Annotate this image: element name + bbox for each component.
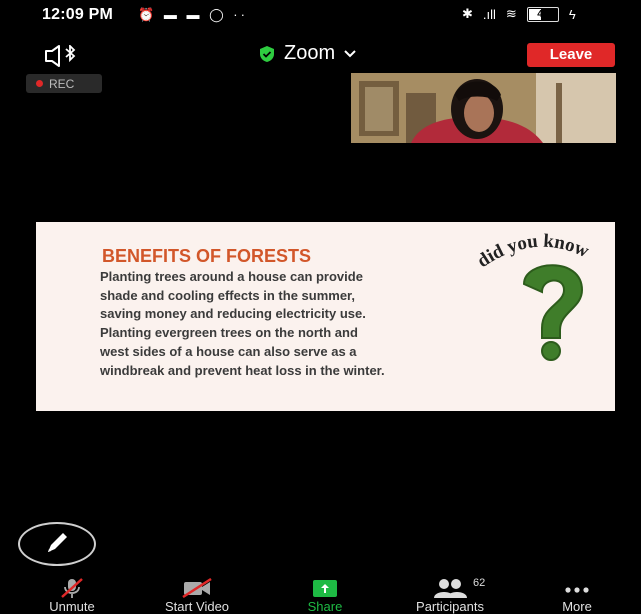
more-notifications-icon: ·· <box>233 7 248 22</box>
slide-line: shade and cooling effects in the summer, <box>100 287 356 303</box>
slide-line: Planting evergreen trees on the north an… <box>100 325 358 341</box>
status-right-icons: ✱ .ıll ≋ 40 ϟ <box>462 6 576 22</box>
signal-icon: .ıll <box>482 6 496 22</box>
slide-line: Planting trees around a house can provid… <box>100 269 363 284</box>
shield-icon <box>260 45 274 62</box>
unmute-label: Unmute <box>49 599 95 614</box>
shared-screen-slide: BENEFITS OF FORESTS Planting trees aroun… <box>36 222 615 411</box>
start-video-button[interactable]: Start Video <box>142 578 252 614</box>
participants-count-badge: 62 <box>473 577 486 589</box>
annotate-button[interactable] <box>18 522 96 566</box>
slide-line: west sides of a house can also serve as … <box>100 343 357 359</box>
microphone-muted-icon <box>61 578 83 598</box>
speaker-bluetooth-icon[interactable] <box>44 43 78 67</box>
participants-label: Participants <box>416 599 484 614</box>
record-icon: ◯ <box>209 7 227 22</box>
share-upload-icon <box>313 580 337 597</box>
meeting-title[interactable]: Zoom <box>258 42 357 65</box>
video-off-icon <box>182 578 212 598</box>
unmute-button[interactable]: Unmute <box>17 578 127 614</box>
rec-dot-icon <box>36 80 43 87</box>
rec-label: REC <box>49 76 75 91</box>
alarm-off-icon: ⏰ <box>138 7 158 22</box>
start-video-label: Start Video <box>164 599 230 614</box>
slide-body: Planting trees around a house can provid… <box>100 268 500 380</box>
battery-level: 40 <box>537 8 549 20</box>
more-dots-icon <box>565 587 589 593</box>
participants-button[interactable]: Participants <box>395 578 505 614</box>
share-label: Share <box>307 599 343 614</box>
pencil-icon <box>48 533 67 552</box>
slide-title: BENEFITS OF FORESTS <box>102 246 312 266</box>
did-you-know-text: did you know <box>474 231 592 272</box>
charging-icon: ϟ <box>568 6 576 22</box>
video-call-icon: ▬ <box>163 7 180 22</box>
self-video-thumbnail[interactable] <box>351 73 616 143</box>
slide-line: saving money and reducing electricity us… <box>100 306 366 322</box>
wifi-icon: ≋ <box>505 6 517 21</box>
recording-badge: REC <box>26 74 102 93</box>
share-button[interactable]: Share <box>270 578 380 614</box>
more-button[interactable]: More <box>522 578 632 614</box>
leave-button[interactable]: Leave <box>527 43 615 67</box>
status-left-icons: ⏰ ▬ ▬ ◯ ·· <box>138 7 248 23</box>
status-time: 12:09 PM <box>42 6 113 23</box>
did-you-know-graphic: did you know <box>474 231 592 361</box>
more-label: More <box>562 599 592 614</box>
camera-icon: ▬ <box>186 7 203 22</box>
meeting-title-text: Zoom <box>284 42 336 64</box>
bluetooth-icon: ✱ <box>462 6 473 21</box>
participants-icon <box>434 579 467 598</box>
battery-icon: 40 <box>526 6 559 22</box>
slide-line: windbreak and prevent heat loss in the w… <box>100 362 385 378</box>
svg-text:did you know: did you know <box>474 231 592 272</box>
chevron-down-icon <box>344 49 356 57</box>
